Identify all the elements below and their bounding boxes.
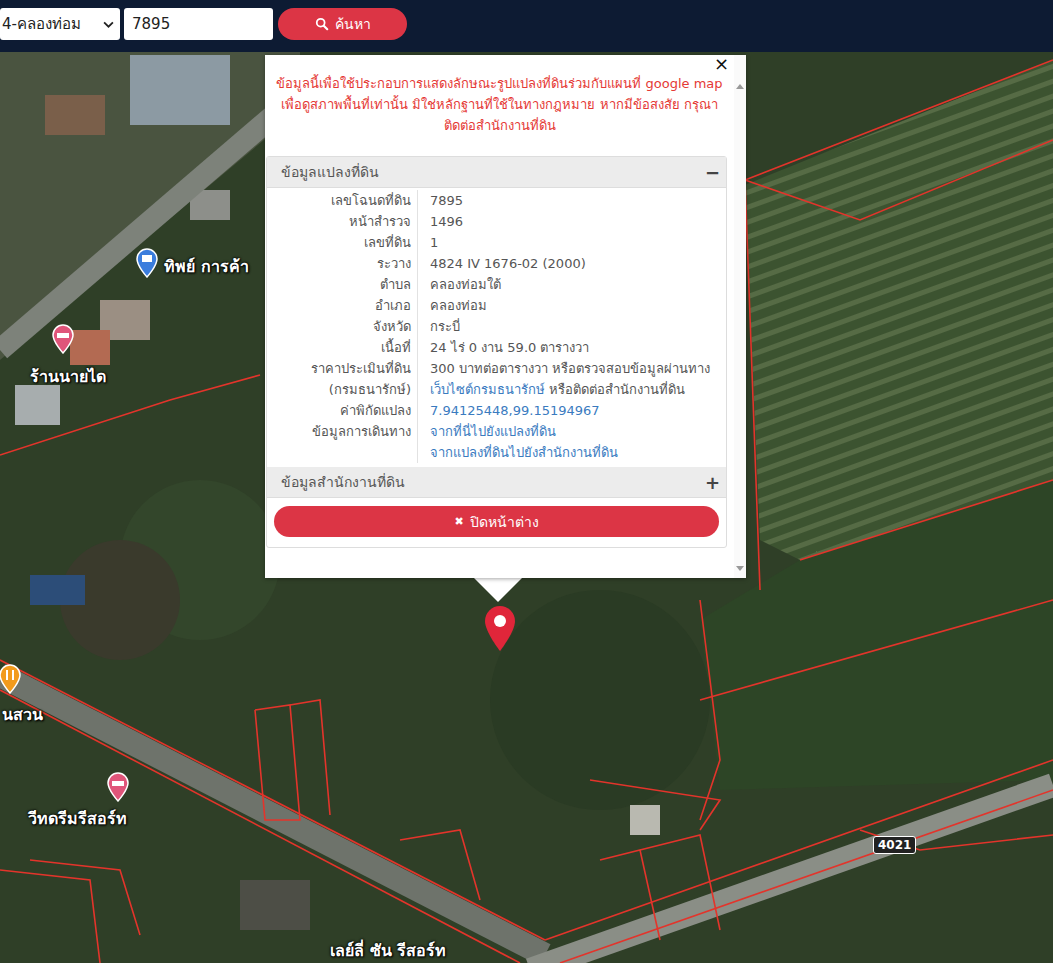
value-text: 7895 xyxy=(430,193,463,208)
parcel-row: อำเภอคลองท่อม xyxy=(267,295,726,316)
parcel-row: ราคาประเมินที่ดิน(กรมธนารักษ์)300 บาทต่อ… xyxy=(267,358,726,400)
value-text: 4824 IV 1676-02 (2000) xyxy=(430,256,586,271)
map[interactable]: ทิพย์ การค้าร้านนายไดนสวนวีทดรีมรีสอร์ทเ… xyxy=(0,52,1053,963)
place-label[interactable]: นสวน xyxy=(2,702,43,727)
value-text: คลองท่อม xyxy=(430,298,487,313)
search-icon xyxy=(315,17,329,31)
parcel-row: เลขโฉนดที่ดิน7895 xyxy=(267,190,726,211)
shop-pin-icon[interactable] xyxy=(135,248,159,278)
search-input[interactable]: 7895 xyxy=(124,8,273,40)
info-panel: ข้อมูลแปลงที่ดิน−เลขโฉนดที่ดิน7895หน้าสำ… xyxy=(266,156,727,548)
value-text: คลองท่อมใต้ xyxy=(430,277,501,292)
value-link[interactable]: จากแปลงที่ดินไปยังสำนักงานที่ดิน xyxy=(430,445,618,460)
chevron-down-icon xyxy=(103,21,114,28)
section-header[interactable]: ข้อมูลสำนักงานที่ดิน+ xyxy=(267,467,726,498)
value-text: 24 ไร่ 0 งาน 59.0 ตารางวา xyxy=(430,340,589,355)
district-select[interactable]: 4-คลองท่อม xyxy=(0,8,120,40)
parcel-row: ตำบลคลองท่อมใต้ xyxy=(267,274,726,295)
road-sign: 4021 xyxy=(873,836,916,854)
value-text: 1496 xyxy=(430,214,463,229)
parcel-row: ระวาง4824 IV 1676-02 (2000) xyxy=(267,253,726,274)
parcel-row: ค่าพิกัดแปลง7.94125448,99.15194967 xyxy=(267,400,726,421)
place-label[interactable]: เลย์ลี่ ซัน รีสอร์ท xyxy=(330,938,446,963)
scroll-down-icon[interactable] xyxy=(736,566,744,572)
hotel-pin-icon[interactable] xyxy=(51,324,75,354)
scrollbar[interactable] xyxy=(734,55,746,578)
value-text: กระบี่ xyxy=(430,319,460,334)
value-link[interactable]: 7.94125448,99.15194967 xyxy=(430,403,600,418)
parcel-row: เลขที่ดิน1 xyxy=(267,232,726,253)
search-bar: 4-คลองท่อม7895ค้นหา xyxy=(0,0,1053,52)
value-text: 1 xyxy=(430,235,438,250)
location-pin-icon[interactable] xyxy=(482,604,518,652)
close-window-button[interactable]: ✖ปิดหน้าต่าง xyxy=(274,506,719,537)
place-label[interactable]: ทิพย์ การค้า xyxy=(164,254,249,279)
value-text: 300 บาทต่อตารางวา หรือตรวจสอบข้อมูลผ่านท… xyxy=(430,361,710,376)
search-button[interactable]: ค้นหา xyxy=(278,8,407,40)
restaurant-pin-icon[interactable] xyxy=(0,664,22,694)
scroll-up-icon[interactable] xyxy=(736,83,744,89)
notice-text: ข้อมูลนี้เพื่อใช้ประกอบการแสดงลักษณะรูปแ… xyxy=(266,73,733,136)
parcel-row: ข้อมูลการเดินทางจากที่นี่ไปยังแปลงที่ดิน… xyxy=(267,421,726,463)
value-link[interactable]: จากที่นี่ไปยังแปลงที่ดิน xyxy=(430,424,556,439)
popup-pointer xyxy=(473,577,523,602)
parcel-row: จังหวัดกระบี่ xyxy=(267,316,726,337)
value-text: หรือติดต่อสำนักงานที่ดิน xyxy=(545,382,685,397)
parcel-row: เนื้อที่24 ไร่ 0 งาน 59.0 ตารางวา xyxy=(267,337,726,358)
parcel-popup: ×ข้อมูลนี้เพื่อใช้ประกอบการแสดงลักษณะรูป… xyxy=(265,55,746,578)
place-label[interactable]: วีทดรีมรีสอร์ท xyxy=(28,806,127,831)
hotel-pin-icon[interactable] xyxy=(106,772,130,802)
section-header[interactable]: ข้อมูลแปลงที่ดิน− xyxy=(267,157,726,188)
place-label[interactable]: ร้านนายได xyxy=(30,364,106,389)
close-icon[interactable]: × xyxy=(714,55,729,73)
parcel-table: เลขโฉนดที่ดิน7895หน้าสำรวจ1496เลขที่ดิน1… xyxy=(267,188,726,467)
value-link[interactable]: เว็บไซต์กรมธนารักษ์ xyxy=(430,382,545,397)
parcel-row: หน้าสำรวจ1496 xyxy=(267,211,726,232)
page: 4-คลองท่อม7895ค้นหาทิพย์ การค้าร้านนายได… xyxy=(0,0,1053,963)
